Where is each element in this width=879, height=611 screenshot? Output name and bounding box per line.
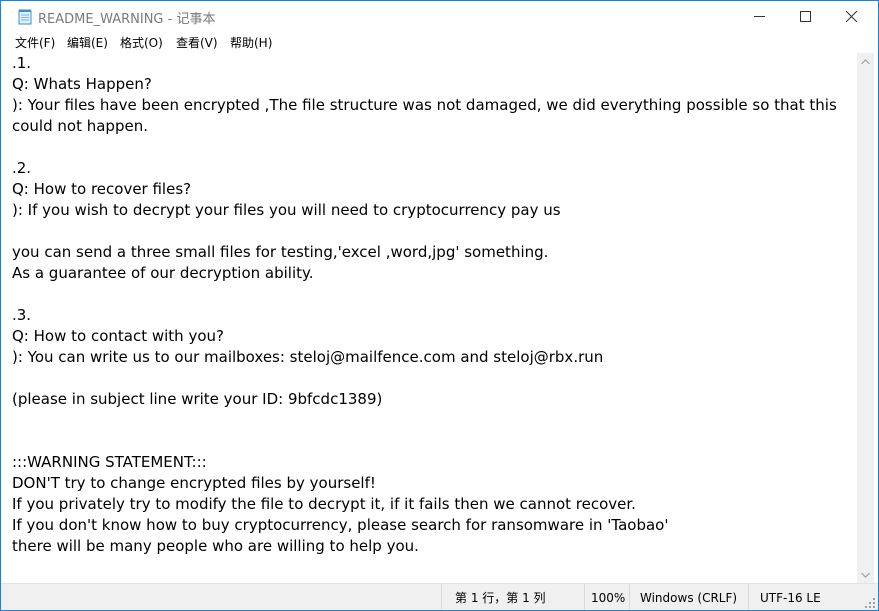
chevron-down-icon bbox=[861, 572, 870, 578]
menu-bar: 文件(F) 编辑(E) 格式(O) 查看(V) 帮助(H) bbox=[1, 32, 878, 53]
window-title: README_WARNING - 记事本 bbox=[38, 12, 216, 27]
status-encoding: UTF-16 LE bbox=[748, 584, 878, 610]
minimize-button[interactable] bbox=[736, 1, 782, 32]
menu-file[interactable]: 文件(F) bbox=[15, 34, 55, 51]
scroll-down-button[interactable] bbox=[857, 566, 874, 583]
close-icon bbox=[845, 11, 857, 22]
menu-format[interactable]: 格式(O) bbox=[120, 34, 163, 51]
scroll-up-button[interactable] bbox=[857, 53, 874, 70]
status-bar: 第 1 行，第 1 列 100% Windows (CRLF) UTF-16 L… bbox=[1, 583, 878, 610]
document-text[interactable]: .1. Q: Whats Happen? ): Your files have … bbox=[12, 53, 852, 557]
minimize-icon bbox=[753, 16, 765, 17]
vertical-scrollbar[interactable] bbox=[857, 53, 874, 583]
notepad-window: README_WARNING - 记事本 文件(F) 编辑(E) 格式(O) 查… bbox=[0, 0, 879, 611]
menu-view[interactable]: 查看(V) bbox=[176, 34, 218, 51]
status-line-ending: Windows (CRLF) bbox=[629, 584, 748, 610]
chevron-up-icon bbox=[861, 58, 870, 64]
text-editor[interactable]: .1. Q: Whats Happen? ): Your files have … bbox=[1, 53, 857, 583]
maximize-button[interactable] bbox=[782, 1, 828, 32]
status-zoom: 100% bbox=[584, 584, 629, 610]
maximize-icon bbox=[799, 11, 811, 22]
notepad-icon bbox=[18, 9, 32, 25]
menu-help[interactable]: 帮助(H) bbox=[230, 34, 272, 51]
status-cursor-position: 第 1 行，第 1 列 bbox=[441, 584, 584, 610]
resize-grip-icon[interactable] bbox=[864, 597, 876, 609]
close-button[interactable] bbox=[828, 1, 874, 32]
title-bar[interactable]: README_WARNING - 记事本 bbox=[1, 1, 878, 32]
menu-edit[interactable]: 编辑(E) bbox=[67, 34, 108, 51]
